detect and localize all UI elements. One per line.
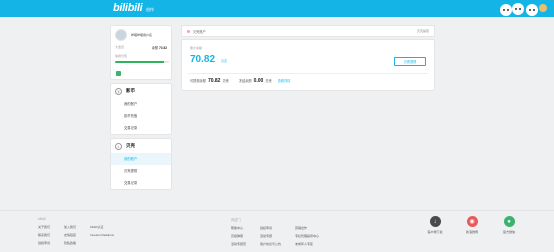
withdraw-button[interactable]: 贝壳提现: [394, 57, 426, 66]
balance-unit: 贝壳: [221, 59, 228, 63]
footer-apps: ↓ 客户端下载 ◉ 新浪微博 ● 官方微信: [422, 216, 522, 234]
menu-shell-header[interactable]: ◐ 贝壳: [111, 139, 171, 153]
footer-link[interactable]: 活动专题页: [231, 242, 246, 246]
footer: bilibili 关于我们 加入我们 bilibili认证 联系我们 友情链接 …: [0, 210, 554, 252]
coin-icon: ¥: [115, 87, 122, 95]
app-weibo[interactable]: ◉ 新浪微博: [459, 216, 485, 234]
footer-link[interactable]: 关于我们: [38, 225, 50, 229]
footer-col-head: 传送门: [231, 218, 241, 222]
app-label: 官方微信: [502, 230, 515, 234]
available-value: 70.82: [207, 78, 221, 84]
weibo-icon: ◉: [466, 216, 478, 227]
footer-link[interactable]: 高级弹幕: [231, 234, 246, 238]
avatar[interactable]: [115, 29, 127, 41]
sidebar-item-coin-account[interactable]: 我的账户: [111, 98, 171, 110]
footer-link[interactable]: 友情链接: [64, 233, 76, 237]
app-wechat[interactable]: ● 官方微信: [496, 216, 522, 234]
footer-link[interactable]: 帮助中心: [231, 226, 246, 230]
breadcrumb-dot-icon: [187, 29, 190, 33]
frozen-unit: 贝壳: [265, 79, 272, 83]
download-icon: ↓: [429, 216, 441, 227]
footer-link[interactable]: 侵权申诉: [260, 226, 281, 230]
footer-link[interactable]: 专栏管理指导中心: [295, 234, 319, 238]
level-badge: [116, 71, 121, 76]
breadcrumb-right-link[interactable]: 贝壳提现: [417, 29, 429, 33]
credit-label: 信用分值: [115, 54, 128, 58]
menu-title: 贝壳: [126, 143, 135, 148]
footer-link[interactable]: 用户协议与公约: [260, 242, 281, 246]
credit-progress-bar: [115, 61, 169, 63]
frozen-value: 0.00: [253, 78, 264, 84]
sidebar-item-shell-records[interactable]: 交易记录: [111, 177, 171, 189]
app-label: 新浪微博: [465, 230, 478, 234]
level-label: 大会员: [115, 45, 125, 49]
footer-link[interactable]: bilibili认证: [90, 225, 114, 229]
app-download[interactable]: ↓ 客户端下载: [422, 216, 448, 234]
menu-title: 影币: [126, 88, 135, 93]
frozen-label: 冻结余额: [238, 79, 252, 83]
sidebar: 哔哩哔哩用户名 大会员 余额 70.82 信用分值 ¥ 影币 我的账户 影币充值…: [110, 25, 172, 190]
footer-link[interactable]: 联系我们: [38, 233, 50, 237]
balance-label: 账户余额: [190, 46, 203, 50]
footer-link[interactable]: 活动专题: [260, 234, 281, 238]
footer-col-bilibili: bilibili 关于我们 加入我们 bilibili认证 联系我们 友情链接 …: [38, 217, 114, 245]
balance-details-row: 可提现余额 70.82 贝壳 冻结余额 0.00 贝壳 查看详情: [190, 78, 290, 84]
balance-card: 账户余额 70.82 贝壳 贝壳提现 可提现余额 70.82 贝壳 冻结余额 0…: [181, 39, 435, 91]
shell-icon: ◐: [115, 142, 122, 150]
divider: [188, 73, 428, 74]
balance-value: 70.82: [190, 54, 216, 65]
footer-link[interactable]: 加入我们: [64, 225, 76, 229]
details-link[interactable]: 查看详情: [278, 78, 291, 83]
footer-link[interactable]: Investor Relations: [90, 233, 114, 237]
wechat-icon: ●: [503, 216, 515, 227]
footer-link[interactable]: 营销合作: [295, 226, 319, 230]
footer-link[interactable]: 未成年人专区: [295, 242, 319, 246]
available-label: 可提现余额: [190, 79, 206, 83]
mascot-illustration: [500, 3, 547, 16]
footer-col-portal: 传送门 帮助中心 侵权申诉 营销合作 高级弹幕 活动专题 专栏管理指导中心 活动…: [231, 217, 319, 246]
main-content: 贝壳账户 贝壳提现 账户余额 70.82 贝壳 贝壳提现 可提现余额 70.82…: [181, 25, 435, 91]
sidebar-item-shell-account[interactable]: 我的账户: [111, 153, 171, 165]
footer-col-head: bilibili: [38, 217, 46, 221]
sidebar-item-coin-records[interactable]: 交易记录: [111, 122, 171, 134]
footer-link[interactable]: 侵权申诉: [38, 241, 50, 245]
logo-subtitle: 创作: [146, 7, 154, 12]
menu-shell: ◐ 贝壳 我的账户 贝壳提现 交易记录: [110, 138, 172, 190]
footer-link[interactable]: 隐私政策: [64, 241, 76, 245]
footer-link[interactable]: [90, 241, 114, 245]
sidebar-item-coin-recharge[interactable]: 影币充值: [111, 110, 171, 122]
menu-coin: ¥ 影币 我的账户 影币充值 交易记录: [110, 83, 172, 135]
profile-balance: 余额 70.82: [151, 46, 167, 50]
bilibili-logo[interactable]: bilibili: [113, 2, 143, 14]
profile-card: 哔哩哔哩用户名 大会员 余额 70.82 信用分值: [110, 25, 172, 80]
breadcrumb: 贝壳账户 贝壳提现: [181, 25, 435, 37]
menu-coin-header[interactable]: ¥ 影币: [111, 84, 171, 98]
top-bar: bilibili 创作: [0, 0, 554, 17]
available-unit: 贝壳: [222, 79, 229, 83]
sidebar-item-shell-withdraw[interactable]: 贝壳提现: [111, 165, 171, 177]
username: 哔哩哔哩用户名: [131, 33, 153, 37]
breadcrumb-current: 贝壳账户: [193, 29, 206, 34]
app-label: 客户端下载: [427, 230, 443, 234]
profile-balance-row: 大会员 余额 70.82: [115, 45, 167, 50]
